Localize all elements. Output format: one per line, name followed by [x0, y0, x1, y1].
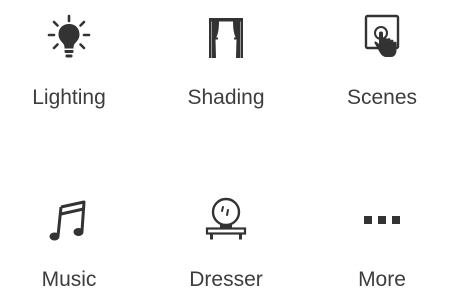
- tile-scenes[interactable]: Scenes: [322, 10, 442, 120]
- tile-lighting[interactable]: Lighting: [9, 10, 129, 120]
- lightbulb-icon: [41, 10, 97, 66]
- tile-label: Music: [41, 268, 97, 291]
- tile-more[interactable]: More: [322, 192, 442, 302]
- tile-music[interactable]: Music: [9, 192, 129, 302]
- dresser-mirror-icon: [198, 192, 254, 248]
- tile-label: Shading: [187, 86, 265, 109]
- tile-label: Scenes: [346, 86, 418, 109]
- room-control-grid: Lighting Shading Scenes Music Dresser Mo…: [0, 0, 449, 291]
- tile-shading[interactable]: Shading: [166, 10, 286, 120]
- music-note-icon: [41, 192, 97, 248]
- tile-dresser[interactable]: Dresser: [166, 192, 286, 302]
- touch-screen-icon: [354, 10, 410, 66]
- tile-label: Lighting: [32, 86, 106, 109]
- tile-label: More: [358, 268, 406, 291]
- curtains-icon: [198, 10, 254, 66]
- more-dots-icon: [354, 192, 410, 248]
- tile-label: Dresser: [189, 268, 263, 291]
